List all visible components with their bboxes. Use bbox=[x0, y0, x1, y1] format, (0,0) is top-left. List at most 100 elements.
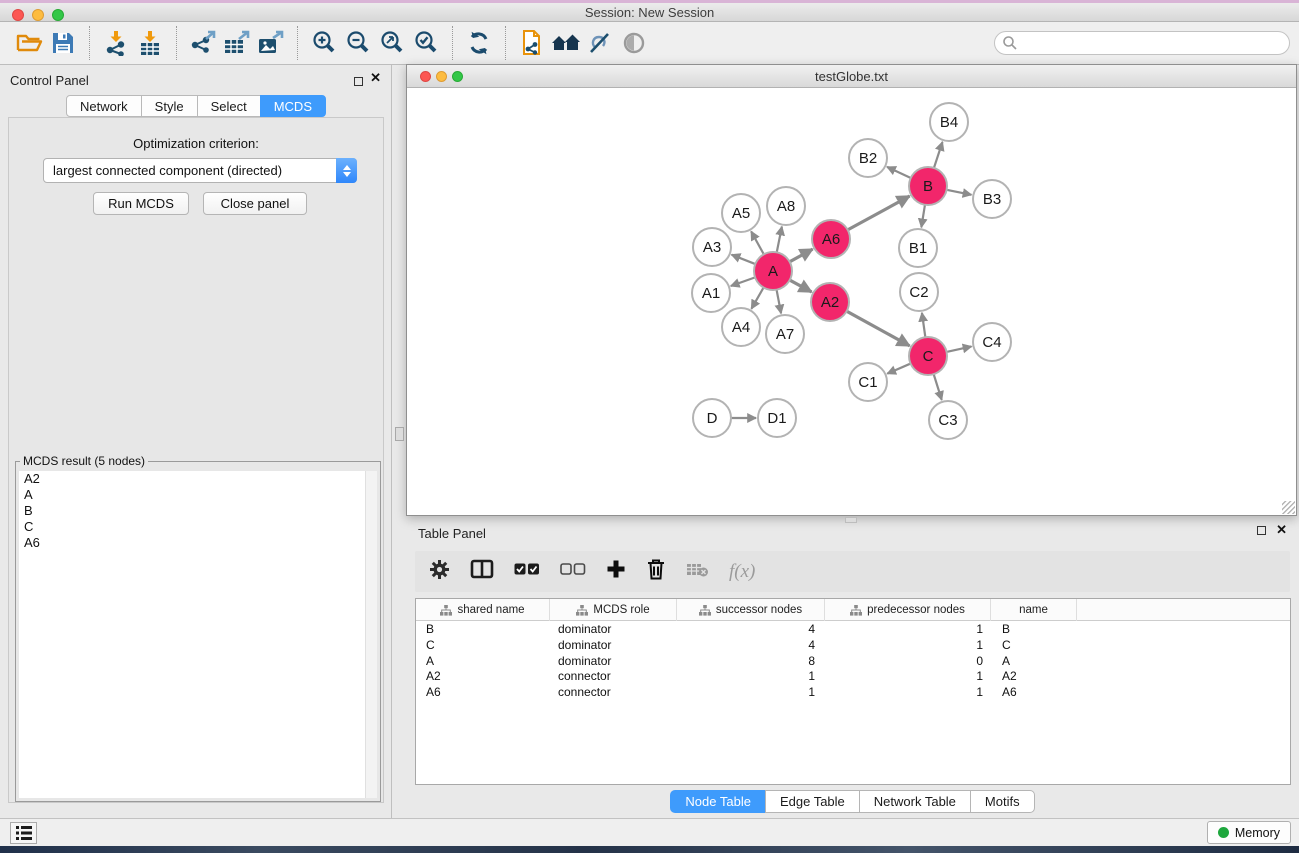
graph-edge-C-C3[interactable] bbox=[934, 374, 942, 400]
export-table-button[interactable] bbox=[220, 26, 254, 60]
delete-column-button[interactable] bbox=[646, 558, 666, 585]
table-row[interactable]: Bdominator41B bbox=[416, 622, 1290, 638]
select-all-columns-button[interactable] bbox=[514, 563, 540, 581]
tab-network-table[interactable]: Network Table bbox=[859, 790, 971, 813]
graph-edge-B-B4[interactable] bbox=[934, 142, 943, 168]
tab-node-table[interactable]: Node Table bbox=[670, 790, 766, 813]
close-panel-button[interactable]: Close panel bbox=[203, 192, 307, 215]
mcds-result-item[interactable]: B bbox=[19, 503, 377, 519]
mcds-result-item[interactable]: A6 bbox=[19, 535, 377, 551]
graph-edge-A2-C[interactable] bbox=[847, 311, 910, 346]
table-row[interactable]: Cdominator41C bbox=[416, 638, 1290, 654]
graph-edge-B-B3[interactable] bbox=[947, 190, 972, 195]
task-history-button[interactable] bbox=[10, 822, 37, 844]
app-title: Session: New Session bbox=[585, 5, 714, 20]
graph-edge-C-C2[interactable] bbox=[922, 313, 925, 337]
search-field[interactable] bbox=[994, 31, 1290, 55]
float-panel-icon[interactable] bbox=[354, 73, 363, 91]
graph-edge-A-A1[interactable] bbox=[731, 277, 755, 286]
function-builder-button[interactable]: f(x) bbox=[729, 561, 755, 583]
tab-select[interactable]: Select bbox=[197, 95, 261, 117]
zoom-window-button[interactable] bbox=[52, 9, 64, 21]
mcds-tab-content: Optimization criterion: largest connecte… bbox=[8, 117, 384, 803]
graph-edge-A6-B[interactable] bbox=[848, 196, 910, 230]
add-column-button[interactable] bbox=[606, 559, 626, 584]
deselect-all-columns-button[interactable] bbox=[560, 563, 586, 581]
tab-motifs[interactable]: Motifs bbox=[970, 790, 1035, 813]
hide-annotations-button[interactable] bbox=[583, 26, 617, 60]
search-input[interactable] bbox=[1018, 33, 1289, 53]
vertical-split-grip[interactable] bbox=[395, 427, 404, 441]
minimize-view-button[interactable] bbox=[436, 71, 447, 82]
tab-mcds[interactable]: MCDS bbox=[260, 95, 326, 117]
graph-edge-A-A6[interactable] bbox=[790, 249, 813, 262]
table-settings-button[interactable] bbox=[429, 559, 450, 585]
table-cell: 4 bbox=[677, 638, 825, 654]
import-network-button[interactable] bbox=[99, 26, 133, 60]
mcds-result-item[interactable]: C bbox=[19, 519, 377, 535]
graph-edge-A-A4[interactable] bbox=[751, 287, 763, 308]
show-details-eye-button[interactable] bbox=[617, 26, 651, 60]
zoom-in-button[interactable] bbox=[307, 26, 341, 60]
open-folder-icon bbox=[15, 31, 43, 55]
table-cell: 0 bbox=[825, 654, 991, 670]
import-table-button[interactable] bbox=[133, 26, 167, 60]
table-row[interactable]: A6connector11A6 bbox=[416, 685, 1290, 701]
refresh-button[interactable] bbox=[462, 26, 496, 60]
graph-node-label: A2 bbox=[821, 294, 839, 311]
export-network-button[interactable] bbox=[186, 26, 220, 60]
tab-style[interactable]: Style bbox=[141, 95, 198, 117]
mcds-result-item[interactable]: A2 bbox=[19, 471, 377, 487]
window-resize-handle[interactable] bbox=[1282, 501, 1295, 514]
graph-edge-C-C4[interactable] bbox=[947, 346, 972, 351]
column-header-shared-name[interactable]: shared name bbox=[416, 599, 550, 621]
column-view-button[interactable] bbox=[470, 559, 494, 584]
graph-edge-A-A5[interactable] bbox=[751, 231, 764, 254]
home-button[interactable] bbox=[549, 26, 583, 60]
delete-table-button[interactable] bbox=[686, 562, 709, 582]
graph-edge-A-A3[interactable] bbox=[732, 255, 756, 264]
graph-edge-A-A8[interactable] bbox=[777, 227, 782, 253]
table-row[interactable]: A2connector11A2 bbox=[416, 669, 1290, 685]
column-header-name[interactable]: name bbox=[991, 599, 1077, 621]
zoom-out-button[interactable] bbox=[341, 26, 375, 60]
close-window-button[interactable] bbox=[12, 9, 24, 21]
export-table-icon bbox=[223, 30, 251, 56]
graph-edge-A-A7[interactable] bbox=[777, 290, 782, 314]
close-view-button[interactable] bbox=[420, 71, 431, 82]
network-window-titlebar[interactable]: testGlobe.txt bbox=[407, 65, 1296, 88]
close-table-panel-icon[interactable]: ✕ bbox=[1276, 525, 1287, 535]
graph-edge-B-B2[interactable] bbox=[887, 167, 911, 178]
memory-button[interactable]: Memory bbox=[1207, 821, 1291, 844]
zoom-view-button[interactable] bbox=[452, 71, 463, 82]
graph-node-label: B3 bbox=[983, 191, 1001, 208]
graph-node-label: C1 bbox=[858, 374, 877, 391]
checked-checkboxes-icon bbox=[514, 563, 540, 576]
network-canvas[interactable]: B4B2BB3A5A8A6A3B1AA1C2A2A4A7C4CC1DD1C3 bbox=[407, 88, 1296, 515]
criterion-dropdown[interactable]: largest connected component (directed) bbox=[43, 158, 357, 183]
save-session-button[interactable] bbox=[46, 26, 80, 60]
search-icon bbox=[1002, 35, 1018, 51]
graph-edge-C-C1[interactable] bbox=[887, 364, 910, 374]
tab-edge-table[interactable]: Edge Table bbox=[765, 790, 860, 813]
graph-edge-B-B1[interactable] bbox=[921, 205, 925, 228]
open-session-button[interactable] bbox=[12, 26, 46, 60]
export-image-button[interactable] bbox=[254, 26, 288, 60]
float-table-panel-icon[interactable] bbox=[1257, 526, 1266, 535]
close-panel-icon[interactable]: ✕ bbox=[370, 73, 381, 83]
graph-node-label: A3 bbox=[703, 239, 721, 256]
column-header-MCDS-role[interactable]: MCDS role bbox=[550, 599, 677, 621]
run-mcds-button[interactable]: Run MCDS bbox=[93, 192, 189, 215]
table-row[interactable]: Adominator80A bbox=[416, 654, 1290, 670]
minimize-window-button[interactable] bbox=[32, 9, 44, 21]
tab-network[interactable]: Network bbox=[66, 95, 142, 117]
column-header-successor-nodes[interactable]: successor nodes bbox=[677, 599, 825, 621]
mcds-list-scrollbar[interactable] bbox=[365, 471, 377, 798]
table-cell: connector bbox=[550, 685, 677, 701]
mcds-result-item[interactable]: A bbox=[19, 487, 377, 503]
graph-edge-A-A2[interactable] bbox=[790, 280, 812, 292]
network-document-button[interactable] bbox=[515, 26, 549, 60]
zoom-selected-button[interactable] bbox=[409, 26, 443, 60]
zoom-fit-button[interactable] bbox=[375, 26, 409, 60]
column-header-predecessor-nodes[interactable]: predecessor nodes bbox=[825, 599, 991, 621]
